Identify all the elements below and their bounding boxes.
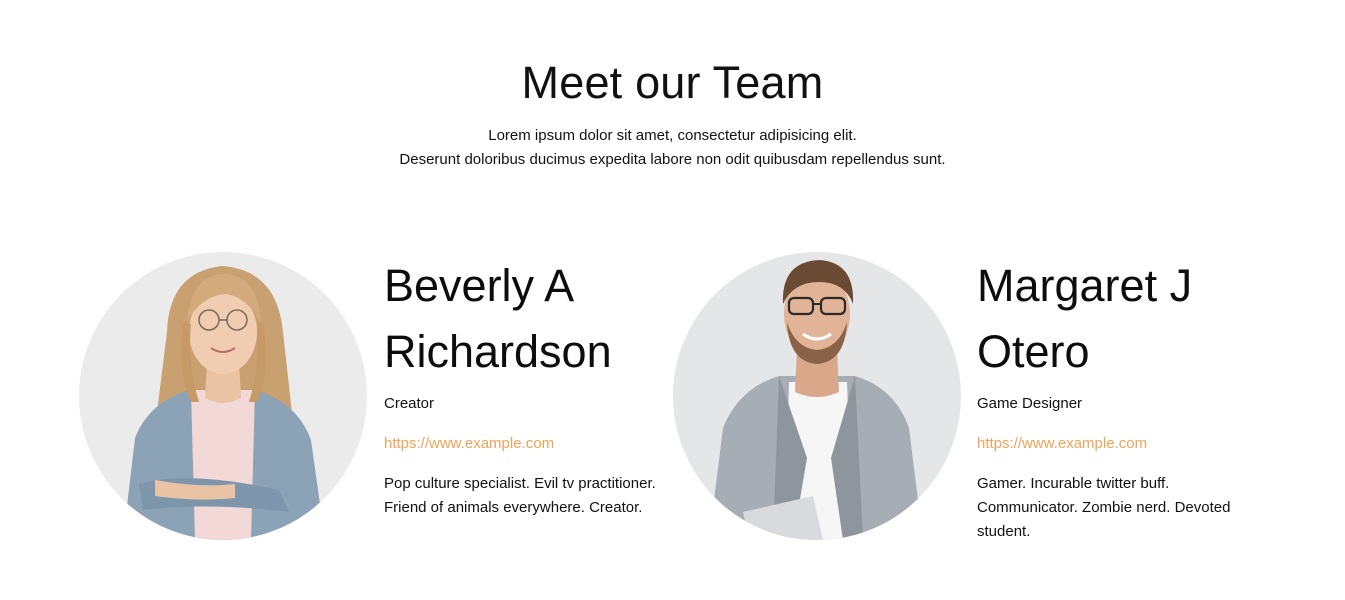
- member-bio: Gamer. Incurable twitter buff. Communica…: [977, 475, 1231, 540]
- man-portrait-image: [673, 252, 961, 540]
- member-role: Creator: [384, 395, 435, 412]
- member-name-line-1: Margaret J: [977, 260, 1193, 311]
- member-role: Game Designer: [977, 395, 1083, 412]
- section-subtitle: Lorem ipsum dolor sit amet, consectetur …: [0, 124, 1345, 172]
- member-photo: [79, 252, 367, 540]
- member-name: Margaret J Otero: [977, 252, 1277, 385]
- woman-portrait-image: [79, 252, 367, 540]
- member-info: Margaret J Otero Game Designer https://w…: [977, 252, 1277, 540]
- member-name-line-1: Beverly A: [384, 260, 575, 311]
- section-title: Meet our Team: [521, 57, 824, 108]
- subtitle-line-1: Lorem ipsum dolor sit amet, consectetur …: [488, 127, 857, 144]
- member-bio: Pop culture specialist. Evil tv practiti…: [384, 475, 656, 516]
- subtitle-line-2: Deserunt doloribus ducimus expedita labo…: [399, 151, 946, 168]
- member-website-link[interactable]: https://www.example.com: [384, 432, 554, 456]
- member-photo: [673, 252, 961, 540]
- member-name-line-2: Otero: [977, 326, 1090, 377]
- member-name: Beverly A Richardson: [384, 252, 684, 385]
- member-name-line-2: Richardson: [384, 326, 612, 377]
- member-website-link[interactable]: https://www.example.com: [977, 432, 1147, 456]
- member-info: Beverly A Richardson Creator https://www…: [384, 252, 684, 516]
